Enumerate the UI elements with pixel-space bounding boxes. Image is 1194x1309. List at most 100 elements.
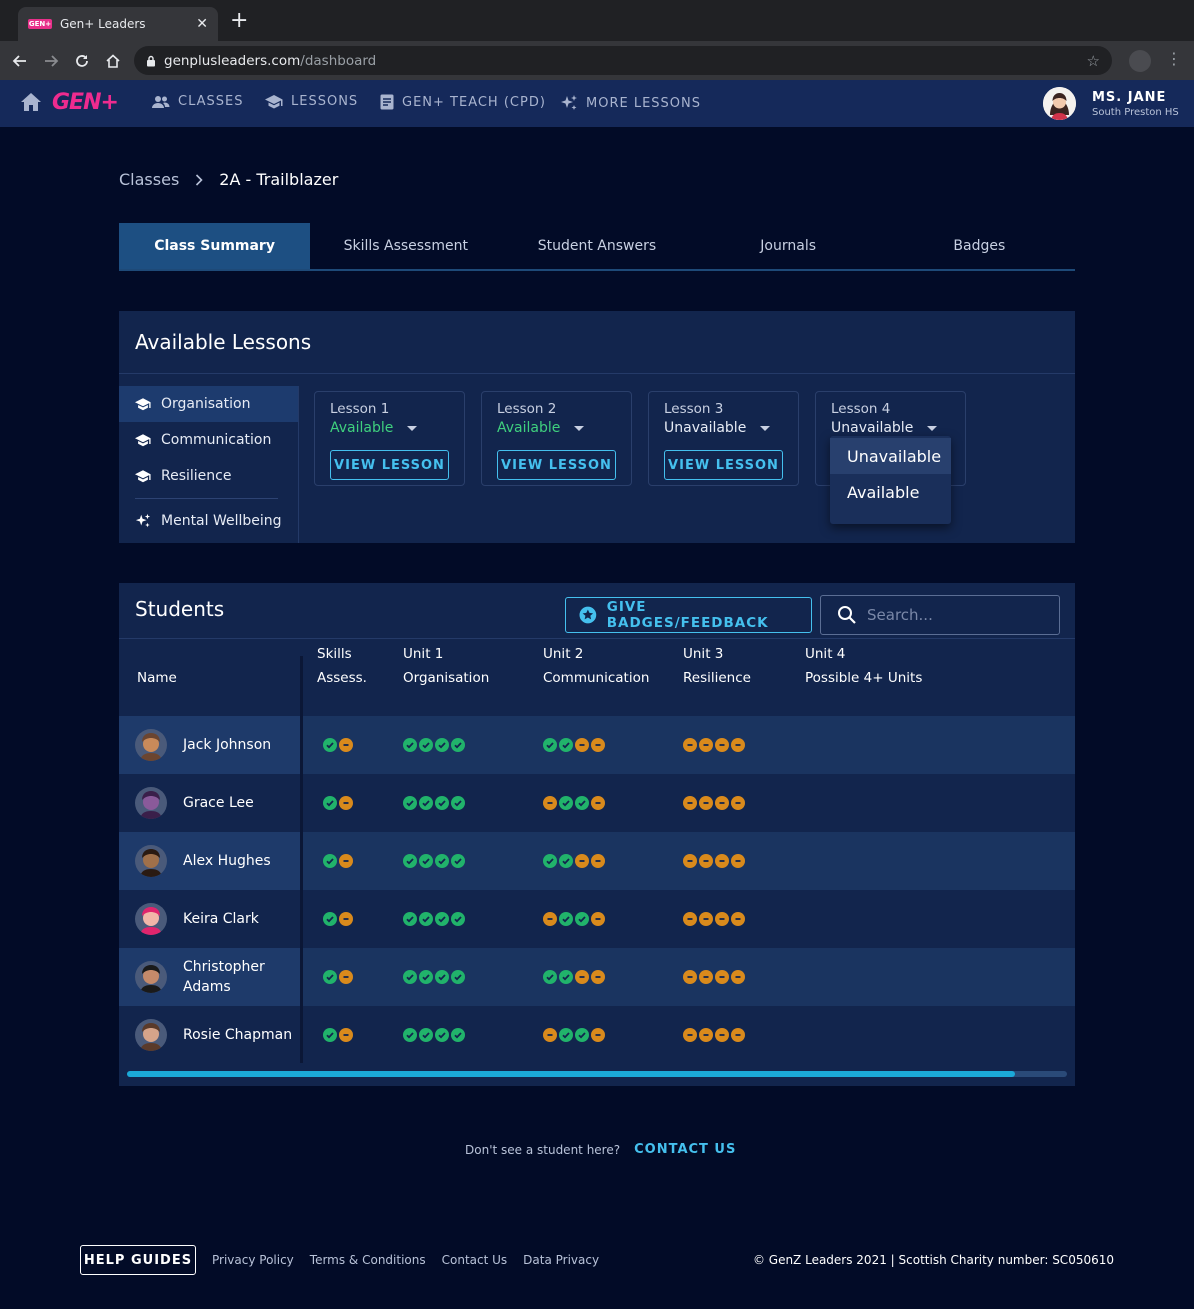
lesson-status-select[interactable]: Unavailable bbox=[664, 420, 783, 436]
lesson-title: Lesson 2 bbox=[497, 401, 557, 417]
view-lesson-button[interactable]: VIEW LESSON bbox=[330, 450, 449, 480]
subject-resilience[interactable]: Resilience bbox=[119, 458, 298, 494]
complete-check-icon bbox=[559, 912, 573, 926]
tab-student-answers[interactable]: Student Answers bbox=[501, 223, 692, 269]
subject-communication[interactable]: Communication bbox=[119, 422, 298, 458]
incomplete-minus-icon bbox=[715, 796, 729, 810]
table-row[interactable]: Keira Clark bbox=[119, 890, 1075, 948]
complete-check-icon bbox=[543, 738, 557, 752]
table-row[interactable]: Alex Hughes bbox=[119, 832, 1075, 890]
footer-data-privacy[interactable]: Data Privacy bbox=[523, 1253, 599, 1267]
col-unit3-line2: Resilience bbox=[683, 670, 751, 686]
subject-mental-wellbeing[interactable]: Mental Wellbeing bbox=[119, 503, 298, 539]
subject-organisation[interactable]: Organisation bbox=[119, 386, 298, 422]
incomplete-minus-icon bbox=[731, 854, 745, 868]
bookmark-star-icon[interactable]: ☆ bbox=[1087, 52, 1100, 70]
reload-icon[interactable] bbox=[66, 53, 97, 69]
search-input[interactable] bbox=[867, 606, 1047, 624]
tab-journals[interactable]: Journals bbox=[693, 223, 884, 269]
home-icon[interactable] bbox=[20, 92, 42, 112]
browser-profile-icon[interactable] bbox=[1129, 50, 1151, 72]
complete-check-icon bbox=[419, 912, 433, 926]
incomplete-minus-icon bbox=[543, 1028, 557, 1042]
back-icon[interactable] bbox=[4, 53, 35, 69]
nav-classes-label: CLASSES bbox=[178, 94, 244, 109]
progress-u1 bbox=[403, 912, 465, 926]
student-avatar bbox=[135, 1019, 167, 1051]
home-browser-icon[interactable] bbox=[97, 53, 128, 69]
incomplete-minus-icon bbox=[731, 970, 745, 984]
complete-check-icon bbox=[575, 796, 589, 810]
help-guides-button[interactable]: HELP GUIDES bbox=[80, 1245, 196, 1275]
table-row[interactable]: Christopher Adams bbox=[119, 948, 1075, 1006]
address-bar[interactable]: genplusleaders.com/dashboard ☆ bbox=[134, 46, 1112, 75]
table-row[interactable]: Rosie Chapman bbox=[119, 1006, 1075, 1064]
lesson-card-1: Lesson 1 Available VIEW LESSON bbox=[314, 391, 465, 486]
give-badges-button[interactable]: GIVE BADGES/FEEDBACK bbox=[565, 597, 812, 633]
lesson-title: Lesson 3 bbox=[664, 401, 724, 417]
progress-u3 bbox=[683, 796, 745, 810]
give-badges-label: GIVE BADGES/FEEDBACK bbox=[606, 599, 769, 631]
incomplete-minus-icon bbox=[699, 854, 713, 868]
footer-terms[interactable]: Terms & Conditions bbox=[310, 1253, 426, 1267]
sparkle-icon bbox=[561, 95, 577, 110]
available-lessons-card: Available Lessons Organisation Communica… bbox=[119, 311, 1075, 543]
complete-check-icon bbox=[403, 912, 417, 926]
table-row[interactable]: Jack Johnson bbox=[119, 716, 1075, 774]
tab-skills-assessment[interactable]: Skills Assessment bbox=[310, 223, 501, 269]
nav-lessons[interactable]: LESSONS bbox=[265, 94, 358, 109]
scrollbar-thumb[interactable] bbox=[127, 1071, 1016, 1077]
progress-skills bbox=[323, 854, 353, 868]
incomplete-minus-icon bbox=[339, 854, 353, 868]
tab-badges[interactable]: Badges bbox=[884, 223, 1075, 269]
complete-check-icon bbox=[323, 854, 337, 868]
col-unit2-line2: Communication bbox=[543, 670, 650, 686]
contact-us-link[interactable]: CONTACT US bbox=[634, 1142, 736, 1157]
missing-student-prompt: Don't see a student here? CONTACT US bbox=[465, 1142, 736, 1157]
complete-check-icon bbox=[559, 1028, 573, 1042]
new-tab-icon[interactable]: + bbox=[230, 10, 248, 32]
footer-contact-us[interactable]: Contact Us bbox=[442, 1253, 508, 1267]
student-search[interactable] bbox=[820, 595, 1060, 635]
progress-u2 bbox=[543, 970, 605, 984]
incomplete-minus-icon bbox=[543, 912, 557, 926]
incomplete-minus-icon bbox=[339, 796, 353, 810]
lesson-card-2: Lesson 2 Available VIEW LESSON bbox=[481, 391, 632, 486]
incomplete-minus-icon bbox=[543, 796, 557, 810]
subject-list: Organisation Communication Resilience Me… bbox=[119, 386, 299, 543]
progress-skills bbox=[323, 738, 353, 752]
lesson-status-select[interactable]: Available bbox=[330, 420, 449, 436]
browser-tab[interactable]: GEN+ Gen+ Leaders ✕ bbox=[18, 7, 218, 41]
caret-down-icon bbox=[927, 425, 938, 431]
student-avatar bbox=[135, 787, 167, 819]
dropdown-option-available[interactable]: Available bbox=[830, 474, 951, 510]
close-tab-icon[interactable]: ✕ bbox=[196, 16, 208, 32]
user-avatar bbox=[1043, 87, 1076, 120]
incomplete-minus-icon bbox=[339, 970, 353, 984]
view-lesson-button[interactable]: VIEW LESSON bbox=[497, 450, 616, 480]
browser-menu-icon[interactable]: ⋮ bbox=[1166, 49, 1182, 68]
gen-plus-logo[interactable]: GEN+ bbox=[52, 92, 119, 114]
user-menu[interactable]: MS. JANE South Preston HS bbox=[1043, 87, 1179, 120]
incomplete-minus-icon bbox=[575, 738, 589, 752]
table-horizontal-scrollbar[interactable] bbox=[127, 1071, 1067, 1077]
nav-more-lessons[interactable]: MORE LESSONS bbox=[560, 94, 701, 112]
progress-u2 bbox=[543, 854, 605, 868]
dropdown-option-unavailable[interactable]: Unavailable bbox=[830, 438, 951, 474]
breadcrumb-classes[interactable]: Classes bbox=[119, 170, 179, 189]
table-row[interactable]: Grace Lee bbox=[119, 774, 1075, 832]
footer-privacy-policy[interactable]: Privacy Policy bbox=[212, 1253, 294, 1267]
col-unit1-line2: Organisation bbox=[403, 670, 490, 686]
tab-class-summary[interactable]: Class Summary bbox=[119, 223, 311, 269]
nav-teach-cpd[interactable]: GEN+ TEACH (CPD) bbox=[380, 94, 546, 110]
forward-icon[interactable] bbox=[35, 53, 66, 69]
complete-check-icon bbox=[403, 1028, 417, 1042]
incomplete-minus-icon bbox=[731, 796, 745, 810]
app-navbar: GEN+ CLASSES LESSONS GEN+ TEACH (CPD) MO… bbox=[0, 80, 1194, 127]
lesson-status-select[interactable]: Available bbox=[497, 420, 616, 436]
student-avatar bbox=[135, 729, 167, 761]
view-lesson-button[interactable]: VIEW LESSON bbox=[664, 450, 783, 480]
nav-classes[interactable]: CLASSES bbox=[152, 94, 243, 109]
lesson-status-select[interactable]: Unavailable bbox=[831, 420, 950, 436]
user-school: South Preston HS bbox=[1092, 106, 1179, 118]
